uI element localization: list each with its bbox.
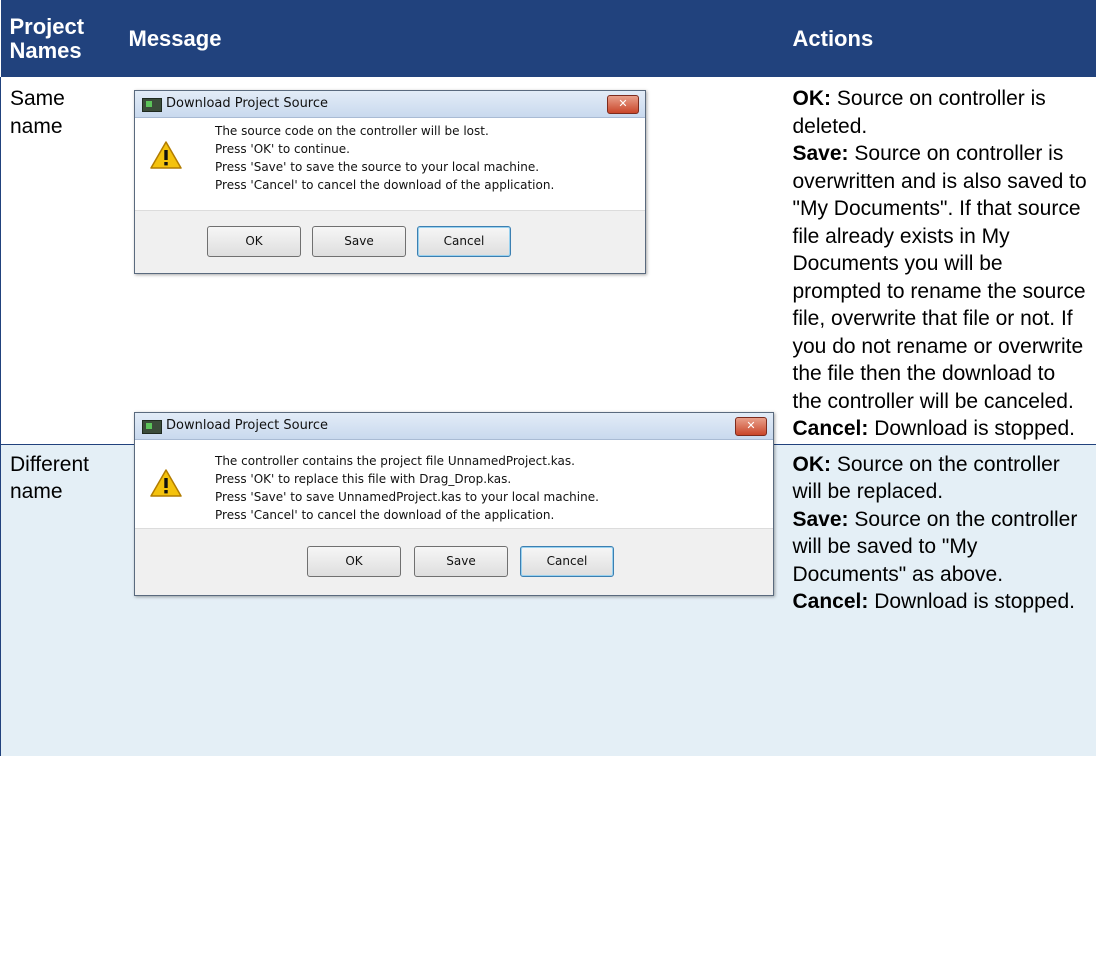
warning-triangle-icon [150, 141, 182, 169]
message-line: Press 'OK' to continue. [215, 142, 350, 156]
header-message: Message [122, 0, 786, 77]
message-line: Press 'Cancel' to cancel the download of… [215, 178, 555, 192]
ok-button[interactable]: OK [207, 226, 301, 257]
project-name-cell: Different name [0, 444, 123, 756]
actions-cell: OK: Source on controller is deleted. Save… [785, 77, 1096, 445]
download-project-source-dialog: Download Project Source ✕ The source cod… [134, 90, 646, 274]
message-line: Press 'Save' to save UnnamedProject.kas … [215, 490, 599, 504]
save-button[interactable]: Save [414, 546, 508, 577]
close-button[interactable]: ✕ [735, 417, 767, 436]
dialog-title: Download Project Source [166, 418, 329, 433]
project-name-cell: Same name [0, 77, 123, 445]
message-line: Press 'Cancel' to cancel the download of… [215, 508, 555, 522]
message-line: Press 'Save' to save the source to your … [215, 160, 540, 174]
dialog-title: Download Project Source [166, 96, 329, 111]
header-project-names: Project Names [0, 0, 123, 77]
cancel-button[interactable]: Cancel [417, 226, 511, 257]
table-header-row: Project Names Message Actions [0, 0, 1096, 77]
download-project-source-dialog: Download Project Source ✕ The controller… [134, 412, 774, 596]
warning-triangle-icon [150, 469, 182, 497]
header-actions: Actions [785, 0, 1096, 77]
ok-button[interactable]: OK [307, 546, 401, 577]
message-line: The controller contains the project file… [215, 454, 575, 468]
app-icon [142, 420, 162, 434]
dialog-button-bar: OK Save Cancel [135, 210, 645, 273]
cancel-button[interactable]: Cancel [520, 546, 614, 577]
dialog-title-bar[interactable]: Download Project Source ✕ [135, 413, 773, 440]
app-icon [142, 98, 162, 112]
close-button[interactable]: ✕ [607, 95, 639, 114]
message-line: The source code on the controller will b… [215, 124, 489, 138]
message-line: Press 'OK' to replace this file with Dra… [215, 472, 512, 486]
dialog-button-bar: OK Save Cancel [135, 528, 773, 595]
dialog-title-bar[interactable]: Download Project Source ✕ [135, 91, 645, 118]
save-button[interactable]: Save [312, 226, 406, 257]
dialog-message: The controller contains the project file… [215, 452, 599, 524]
actions-cell: OK: Source on the controller will be rep… [785, 444, 1096, 756]
dialog-message: The source code on the controller will b… [215, 122, 554, 194]
